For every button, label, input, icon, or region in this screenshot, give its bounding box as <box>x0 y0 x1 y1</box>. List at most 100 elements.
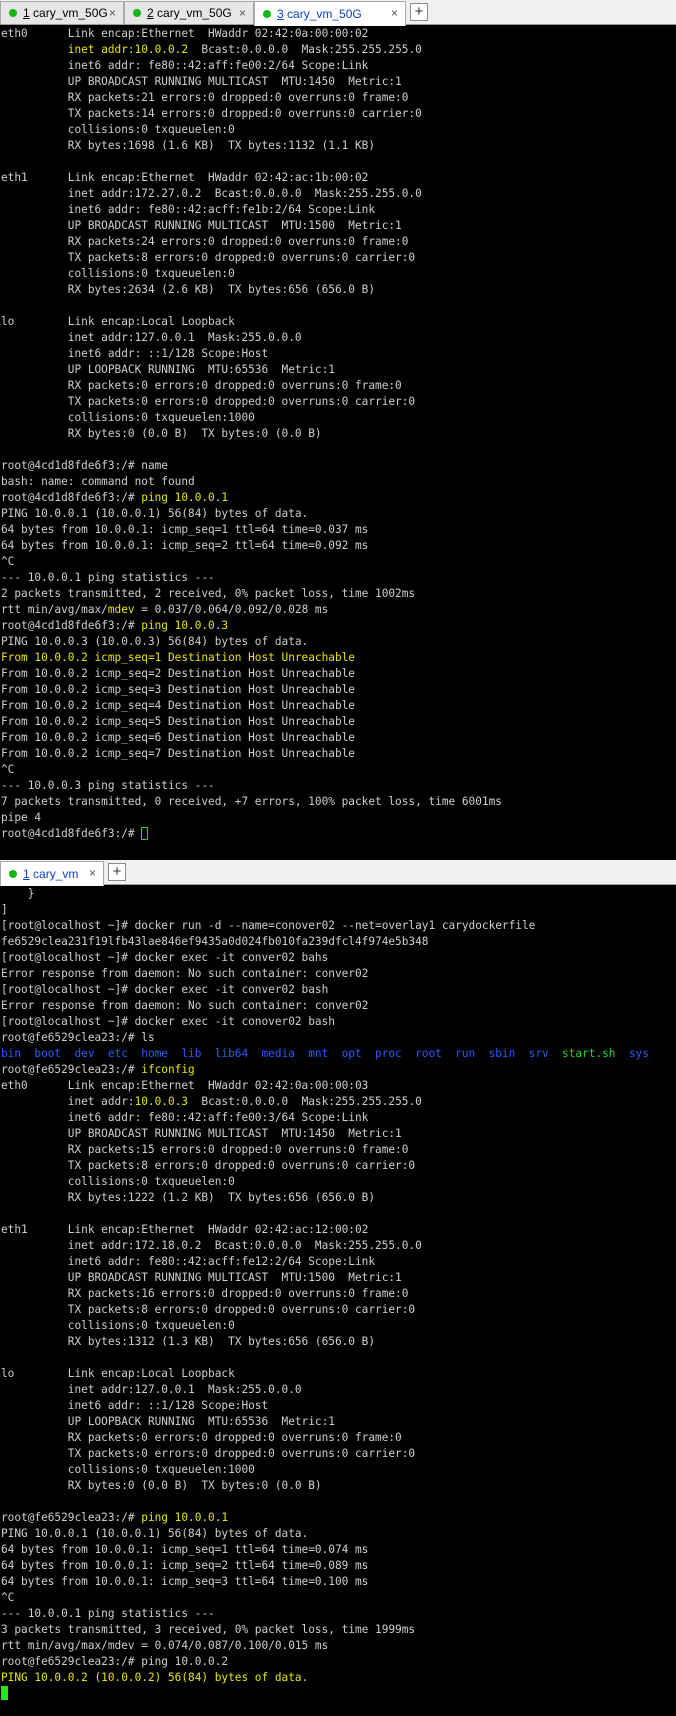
terminal-line: --- 10.0.0.1 ping statistics --- <box>0 570 676 586</box>
terminal-line: PING 10.0.0.1 (10.0.0.1) 56(84) bytes of… <box>0 506 676 522</box>
terminal-text: [root@localhost ~]# docker run -d --name… <box>1 919 536 932</box>
terminal-text: 3 packets transmitted, 3 received, 0% pa… <box>1 1623 416 1636</box>
terminal-text: eth1 Link encap:Ethernet HWaddr 02:42:ac… <box>1 1223 369 1236</box>
terminal-text: UP BROADCAST RUNNING MULTICAST MTU:1450 … <box>1 1127 402 1140</box>
terminal-line: [root@localhost ~]# docker exec -it conv… <box>0 982 676 998</box>
tab-number: 3 <box>277 7 284 21</box>
terminal-line: UP BROADCAST RUNNING MULTICAST MTU:1500 … <box>0 1270 676 1286</box>
terminal-line: UP BROADCAST RUNNING MULTICAST MTU:1450 … <box>0 74 676 90</box>
terminal-text: PING 10.0.0.3 (10.0.0.3) 56(84) bytes of… <box>1 635 309 648</box>
terminal-text: Bcast:0.0.0.0 Mask:255.255.255.0 <box>188 1095 422 1108</box>
terminal-text: TX packets:14 errors:0 dropped:0 overrun… <box>1 107 422 120</box>
terminal-line: inet6 addr: ::1/128 Scope:Host <box>0 1398 676 1414</box>
terminal-text: fe6529clea231f19lfb43lae846ef9435a0d024f… <box>1 935 429 948</box>
terminal-text: root@4cd1d8fde6f3:/# <box>1 827 142 840</box>
terminal-line: TX packets:8 errors:0 dropped:0 overruns… <box>0 1158 676 1174</box>
terminal-line: 64 bytes from 10.0.0.1: icmp_seq=3 ttl=6… <box>0 1574 676 1590</box>
terminal-text: UP BROADCAST RUNNING MULTICAST MTU:1450 … <box>1 75 402 88</box>
terminal-text: eth0 Link encap:Ethernet HWaddr 02:42:0a… <box>1 27 369 40</box>
terminal-text: --- 10.0.0.3 ping statistics --- <box>1 779 215 792</box>
terminal-line: ^C <box>0 762 676 778</box>
terminal-line: ^C <box>0 1590 676 1606</box>
terminal-line: root@fe6529clea23:/# ping 10.0.0.1 <box>0 1510 676 1526</box>
terminal-line: collisions:0 txqueuelen:1000 <box>0 1462 676 1478</box>
terminal-text: 64 bytes from 10.0.0.1: icmp_seq=1 ttl=6… <box>1 523 369 536</box>
connected-status-icon <box>9 870 17 878</box>
terminal-text: inet addr:10.0.0.2 <box>67 43 189 56</box>
terminal-text: RX packets:21 errors:0 dropped:0 overrun… <box>1 91 409 104</box>
terminal-text: From 10.0.0.2 icmp_seq=6 Destination Hos… <box>1 731 355 744</box>
terminal-text: RX bytes:0 (0.0 B) TX bytes:0 (0.0 B) <box>1 1479 322 1492</box>
terminal-line: inet6 addr: fe80::42:aff:fe00:2/64 Scope… <box>0 58 676 74</box>
close-tab-icon[interactable]: × <box>391 6 398 20</box>
terminal-line: eth0 Link encap:Ethernet HWaddr 02:42:0a… <box>0 1078 676 1094</box>
terminal-text: 64 bytes from 10.0.0.1: icmp_seq=2 ttl=6… <box>1 1559 369 1572</box>
new-tab-button[interactable]: + <box>410 3 428 21</box>
terminal-line: inet6 addr: fe80::42:aff:fe00:3/64 Scope… <box>0 1110 676 1126</box>
terminal-line: inet addr:127.0.0.1 Mask:255.0.0.0 <box>0 330 676 346</box>
terminal-line: From 10.0.0.2 icmp_seq=3 Destination Hos… <box>0 682 676 698</box>
terminal-line: RX bytes:0 (0.0 B) TX bytes:0 (0.0 B) <box>0 426 676 442</box>
terminal-text: ^C <box>1 555 15 568</box>
terminal-text: inet addr:172.27.0.2 Bcast:0.0.0.0 Mask:… <box>1 187 422 200</box>
terminal-line: bash: name: command not found <box>0 474 676 490</box>
terminal-text: UP BROADCAST RUNNING MULTICAST MTU:1500 … <box>1 219 402 232</box>
terminal-text: collisions:0 txqueuelen:0 <box>1 267 235 280</box>
terminal-text: From 10.0.0.2 icmp_seq=3 Destination Hos… <box>1 683 355 696</box>
terminal-line: root@4cd1d8fde6f3:/# name <box>0 458 676 474</box>
terminal-text: bash: name: command not found <box>1 475 195 488</box>
terminal-text: pipe 4 <box>1 811 42 824</box>
terminal-line: From 10.0.0.2 icmp_seq=5 Destination Hos… <box>0 714 676 730</box>
terminal-cursor <box>1 1686 8 1700</box>
terminal-text: UP LOOPBACK RUNNING MTU:65536 Metric:1 <box>1 363 335 376</box>
top-tab-bar: 1 cary_vm_50G × 2 cary_vm_50G × 3 cary_v… <box>0 0 676 26</box>
close-tab-icon[interactable]: × <box>89 866 96 880</box>
bottom-tab-bar: 1 cary_vm × + <box>0 860 676 886</box>
terminal-line: 64 bytes from 10.0.0.1: icmp_seq=2 ttl=6… <box>0 1558 676 1574</box>
terminal-text: ^C <box>1 1591 15 1604</box>
terminal-text: [root@localhost ~]# docker exec -it cono… <box>1 1015 335 1028</box>
tab-session-2[interactable]: 2 cary_vm_50G × <box>124 1 254 24</box>
terminal-text: inet addr: <box>1 1095 135 1108</box>
terminal-pane-bottom[interactable]: }] [root@localhost ~]# docker run -d --na… <box>0 886 676 1716</box>
terminal-text: root@4cd1d8fde6f3:/# name <box>1 459 168 472</box>
close-tab-icon[interactable]: × <box>239 6 246 20</box>
terminal-line: inet6 addr: fe80::42:acff:fe12:2/64 Scop… <box>0 1254 676 1270</box>
terminal-line: eth1 Link encap:Ethernet HWaddr 02:42:ac… <box>0 1222 676 1238</box>
terminal-line: lo Link encap:Local Loopback <box>0 314 676 330</box>
terminal-text: 2 packets transmitted, 2 received, 0% pa… <box>1 587 416 600</box>
terminal-line: rtt min/avg/max/mdev = 0.074/0.087/0.100… <box>0 1638 676 1654</box>
terminal-line: RX packets:0 errors:0 dropped:0 overruns… <box>0 1430 676 1446</box>
terminal-pane-top[interactable]: eth0 Link encap:Ethernet HWaddr 02:42:0a… <box>0 26 676 860</box>
terminal-text: PING 10.0.0.1 (10.0.0.1) 56(84) bytes of… <box>1 507 309 520</box>
new-tab-button[interactable]: + <box>108 863 126 881</box>
terminal-text: RX bytes:1312 (1.3 KB) TX bytes:656 (656… <box>1 1335 376 1348</box>
terminal-line: RX packets:16 errors:0 dropped:0 overrun… <box>0 1286 676 1302</box>
terminal-line: ^C <box>0 554 676 570</box>
close-tab-icon[interactable]: × <box>109 6 116 20</box>
terminal-text: RX packets:0 errors:0 dropped:0 overruns… <box>1 1431 402 1444</box>
tab-session-1[interactable]: 1 cary_vm × <box>0 861 104 886</box>
terminal-text: ping 10.0.0.3 <box>141 619 229 632</box>
terminal-line: collisions:0 txqueuelen:0 <box>0 266 676 282</box>
terminal-line: RX bytes:0 (0.0 B) TX bytes:0 (0.0 B) <box>0 1478 676 1494</box>
terminal-text: inet6 addr: fe80::42:aff:fe00:3/64 Scope… <box>1 1111 369 1124</box>
terminal-text: ifconfig <box>141 1063 195 1076</box>
tab-session-1[interactable]: 1 cary_vm_50G × <box>0 1 124 24</box>
terminal-text: collisions:0 txqueuelen:1000 <box>1 411 255 424</box>
terminal-text: RX packets:0 errors:0 dropped:0 overruns… <box>1 379 402 392</box>
terminal-cursor <box>141 827 149 840</box>
tab-number: 1 <box>23 6 30 20</box>
terminal-line: pipe 4 <box>0 810 676 826</box>
terminal-text: 64 bytes from 10.0.0.1: icmp_seq=2 ttl=6… <box>1 539 369 552</box>
terminal-line: RX packets:15 errors:0 dropped:0 overrun… <box>0 1142 676 1158</box>
tab-session-3[interactable]: 3 cary_vm_50G × <box>254 1 406 26</box>
tab-label: cary_vm_50G <box>283 7 362 21</box>
terminal-line: 2 packets transmitted, 2 received, 0% pa… <box>0 586 676 602</box>
terminal-text: inet6 addr: ::1/128 Scope:Host <box>1 1399 269 1412</box>
terminal-text: ping 10.0.0.1 <box>141 491 229 504</box>
